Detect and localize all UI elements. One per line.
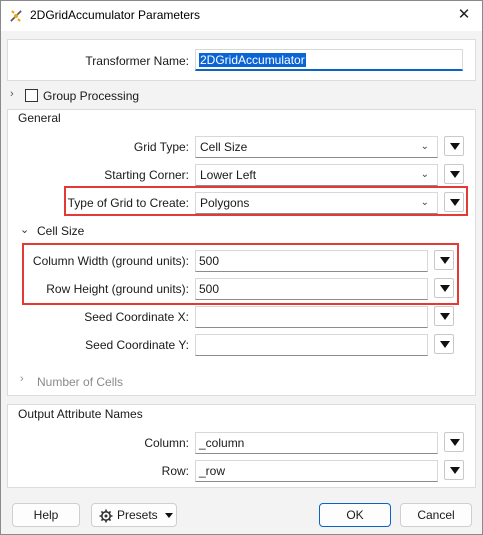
seed-y-label: Seed Coordinate Y: xyxy=(85,338,189,352)
chevron-right-icon[interactable]: › xyxy=(20,373,30,387)
general-title: General xyxy=(18,111,61,125)
column-attr-label: Column: xyxy=(144,436,189,450)
window-title: 2DGridAccumulator Parameters xyxy=(30,8,201,22)
seed-x-input[interactable] xyxy=(195,306,428,328)
highlight-box-cell-size xyxy=(22,243,459,305)
cancel-button[interactable]: Cancel xyxy=(400,503,472,527)
transformer-name-label: Transformer Name: xyxy=(85,54,189,68)
presets-label: Presets xyxy=(117,508,158,522)
chevron-down-icon: ⌄ xyxy=(420,169,429,180)
chevron-right-icon[interactable]: › xyxy=(10,88,20,102)
ok-button[interactable]: OK xyxy=(319,503,391,527)
transformer-icon xyxy=(8,8,24,24)
row-attr-label: Row: xyxy=(161,464,189,478)
column-attr-menu-button[interactable] xyxy=(444,432,464,452)
row-attr-menu-button[interactable] xyxy=(444,460,464,480)
seed-x-label: Seed Coordinate X: xyxy=(84,310,189,324)
grid-type-label: Grid Type: xyxy=(133,140,189,154)
output-title: Output Attribute Names xyxy=(18,407,143,421)
grid-type-value: Cell Size xyxy=(200,140,248,154)
transformer-name-input[interactable]: 2DGridAccumulator xyxy=(195,49,463,71)
chevron-down-icon: ⌄ xyxy=(420,141,429,152)
seed-y-menu-button[interactable] xyxy=(434,334,454,354)
group-processing-checkbox[interactable] xyxy=(25,89,38,102)
starting-corner-label: Starting Corner: xyxy=(104,168,189,182)
seed-x-menu-button[interactable] xyxy=(434,306,454,326)
grid-type-select[interactable]: Cell Size ⌄ xyxy=(195,136,438,158)
chevron-down-icon[interactable]: ⌄ xyxy=(20,223,30,237)
number-of-cells-title: Number of Cells xyxy=(37,375,124,389)
starting-corner-value: Lower Left xyxy=(200,168,257,182)
starting-corner-menu-button[interactable] xyxy=(444,164,464,184)
gear-icon xyxy=(99,508,113,523)
presets-button[interactable]: Presets xyxy=(91,503,177,527)
caret-down-icon xyxy=(165,513,173,518)
cell-size-title: Cell Size xyxy=(37,224,85,238)
column-attr-input[interactable]: _column xyxy=(195,432,438,454)
seed-y-input[interactable] xyxy=(195,334,428,356)
highlight-box-type-of-grid xyxy=(64,186,468,216)
row-attr-input[interactable]: _row xyxy=(195,460,438,482)
close-icon[interactable]: ✕ xyxy=(448,2,480,28)
starting-corner-select[interactable]: Lower Left ⌄ xyxy=(195,164,438,186)
grid-type-menu-button[interactable] xyxy=(444,136,464,156)
group-processing-label: Group Processing xyxy=(43,89,140,103)
transformer-name-value: 2DGridAccumulator xyxy=(199,53,306,67)
help-button[interactable]: Help xyxy=(12,503,80,527)
